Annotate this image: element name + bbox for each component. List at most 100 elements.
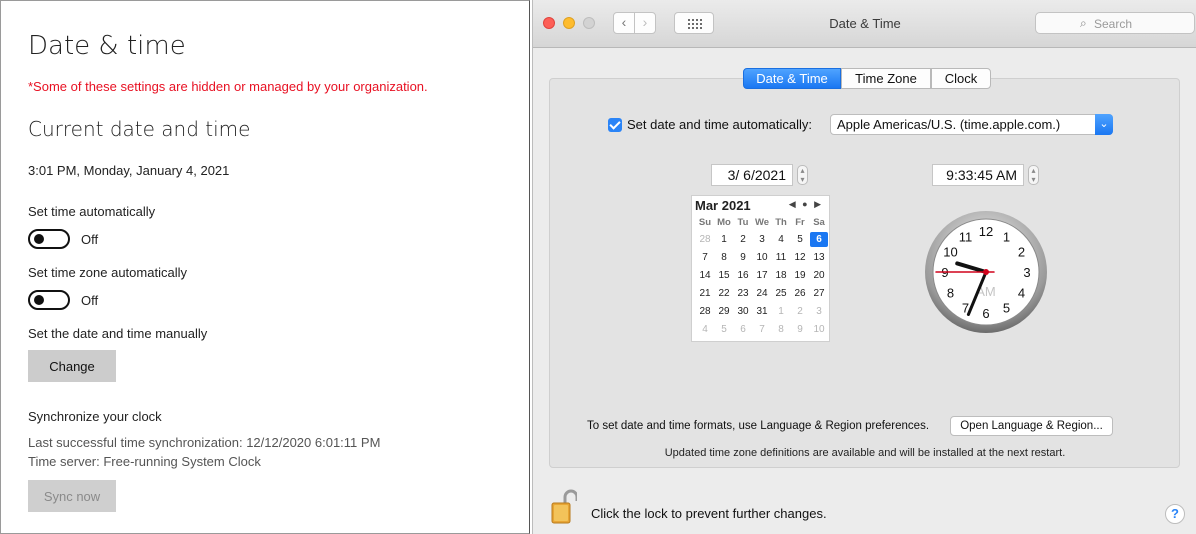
- tab-clock[interactable]: Clock: [931, 68, 991, 89]
- clock-number: 4: [1018, 286, 1025, 301]
- calendar-day[interactable]: 4: [696, 322, 714, 337]
- calendar-day[interactable]: 15: [715, 268, 733, 283]
- calendar-day[interactable]: 25: [772, 286, 790, 301]
- calendar-day[interactable]: 24: [753, 286, 771, 301]
- calendar-day[interactable]: 19: [791, 268, 809, 283]
- set-time-auto-state: Off: [81, 232, 99, 247]
- set-tz-auto-label: Set time zone automatically: [28, 265, 187, 280]
- formats-text: To set date and time formats, use Langua…: [587, 420, 930, 432]
- clock-number: 12: [979, 224, 993, 239]
- calendar-day[interactable]: 27: [810, 286, 828, 301]
- calendar-weekday: Su: [698, 217, 712, 228]
- windows-settings-pane: Date & time *Some of these settings are …: [0, 0, 530, 534]
- clock-center: [983, 269, 989, 275]
- calendar-day[interactable]: 9: [734, 250, 752, 265]
- calendar-day[interactable]: 16: [734, 268, 752, 283]
- section-heading-current: Current date and time: [28, 117, 251, 141]
- calendar-day[interactable]: 20: [810, 268, 828, 283]
- update-notice: Updated time zone definitions are availa…: [664, 447, 1066, 459]
- calendar-day[interactable]: 18: [772, 268, 790, 283]
- clock-number: 11: [959, 229, 973, 244]
- calendar-day[interactable]: 17: [753, 268, 771, 283]
- time-stepper[interactable]: ▴ ▾: [1028, 165, 1039, 185]
- mini-calendar[interactable]: Mar 2021 ◀ ● ▶ Su Mo Tu We Th Fr Sa 28 1 2 3 4 5 6 7 8 9…: [691, 195, 830, 342]
- lock-icon[interactable]: [551, 488, 577, 524]
- calendar-day[interactable]: 28: [696, 304, 714, 319]
- calendar-day[interactable]: 3: [753, 232, 771, 247]
- calendar-day[interactable]: 5: [791, 232, 809, 247]
- calendar-day[interactable]: 11: [772, 250, 790, 265]
- clock-number: 1: [1003, 229, 1010, 244]
- toggle-knob: [34, 295, 44, 305]
- clock-number: 8: [947, 286, 954, 301]
- search-icon: ⌕: [1080, 16, 1087, 30]
- calendar-day[interactable]: 28: [696, 232, 714, 247]
- search-placeholder: Search: [1094, 17, 1133, 31]
- calendar-day[interactable]: 2: [791, 304, 809, 319]
- set-tz-auto-state: Off: [81, 293, 99, 308]
- date-stepper[interactable]: ▴ ▾: [797, 165, 808, 185]
- calendar-day[interactable]: 2: [734, 232, 752, 247]
- clock-number: 2: [1018, 245, 1025, 260]
- current-datetime: 3:01 PM, Monday, January 4, 2021: [28, 163, 230, 178]
- calendar-day[interactable]: 10: [753, 250, 771, 265]
- toggle-knob: [34, 234, 44, 244]
- settings-panel: [549, 78, 1180, 468]
- calendar-weekday: Mo: [717, 217, 731, 228]
- calendar-weekday: Sa: [813, 217, 825, 228]
- calendar-day[interactable]: 8: [772, 322, 790, 337]
- calendar-day[interactable]: 6: [734, 322, 752, 337]
- calendar-day[interactable]: 26: [791, 286, 809, 301]
- open-language-region-button[interactable]: Open Language & Region...: [950, 416, 1113, 436]
- managed-warning: *Some of these settings are hidden or ma…: [28, 79, 428, 94]
- calendar-day[interactable]: 31: [753, 304, 771, 319]
- clock-number: 5: [1003, 301, 1010, 316]
- analog-clock[interactable]: AM121234567891011: [924, 210, 1048, 334]
- calendar-day[interactable]: 7: [696, 250, 714, 265]
- tab-time-zone[interactable]: Time Zone: [841, 68, 931, 89]
- calendar-day[interactable]: 9: [791, 322, 809, 337]
- date-field[interactable]: 3/ 6/2021: [711, 164, 793, 186]
- calendar-day[interactable]: 22: [715, 286, 733, 301]
- calendar-weekday: Th: [775, 217, 787, 228]
- time-server-select[interactable]: Apple Americas/U.S. (time.apple.com.) ⌄: [830, 114, 1113, 135]
- clock-number: 6: [982, 306, 989, 321]
- calendar-day[interactable]: 3: [810, 304, 828, 319]
- search-field[interactable]: ⌕ Search: [1035, 12, 1195, 34]
- last-sync-text: Last successful time synchronization: 12…: [28, 435, 381, 450]
- set-auto-checkbox[interactable]: [608, 118, 622, 132]
- time-server-text: Time server: Free-running System Clock: [28, 454, 261, 469]
- calendar-nav[interactable]: ◀ ● ▶: [789, 199, 823, 210]
- sync-now-button[interactable]: Sync now: [28, 480, 116, 512]
- calendar-weekday: Fr: [795, 217, 805, 228]
- mac-date-time-pane: ‹ › Date & Time ⌕ Search Date & Time Tim…: [532, 0, 1196, 534]
- calendar-day[interactable]: 7: [753, 322, 771, 337]
- time-field[interactable]: 9:33:45 AM: [932, 164, 1024, 186]
- calendar-day[interactable]: 4: [772, 232, 790, 247]
- calendar-day[interactable]: 23: [734, 286, 752, 301]
- set-auto-label: Set date and time automatically:: [627, 117, 812, 132]
- time-server-value: Apple Americas/U.S. (time.apple.com.): [837, 117, 1061, 132]
- calendar-day[interactable]: 1: [715, 232, 733, 247]
- calendar-day[interactable]: 6: [810, 232, 828, 247]
- calendar-day[interactable]: 8: [715, 250, 733, 265]
- change-button[interactable]: Change: [28, 350, 116, 382]
- tab-date-time[interactable]: Date & Time: [743, 68, 841, 89]
- calendar-day[interactable]: 10: [810, 322, 828, 337]
- manual-datetime-label: Set the date and time manually: [28, 326, 208, 341]
- calendar-day[interactable]: 1: [772, 304, 790, 319]
- calendar-weekday: Tu: [737, 217, 749, 228]
- calendar-weekday: We: [754, 217, 770, 228]
- calendar-day[interactable]: 14: [696, 268, 714, 283]
- calendar-day[interactable]: 5: [715, 322, 733, 337]
- calendar-day[interactable]: 21: [696, 286, 714, 301]
- calendar-day[interactable]: 13: [810, 250, 828, 265]
- set-time-auto-label: Set time automatically: [28, 204, 156, 219]
- calendar-day[interactable]: 30: [734, 304, 752, 319]
- set-tz-auto-toggle[interactable]: [28, 290, 70, 310]
- calendar-day[interactable]: 12: [791, 250, 809, 265]
- clock-number: 3: [1023, 265, 1030, 280]
- help-button[interactable]: ?: [1165, 504, 1185, 524]
- set-time-auto-toggle[interactable]: [28, 229, 70, 249]
- calendar-day[interactable]: 29: [715, 304, 733, 319]
